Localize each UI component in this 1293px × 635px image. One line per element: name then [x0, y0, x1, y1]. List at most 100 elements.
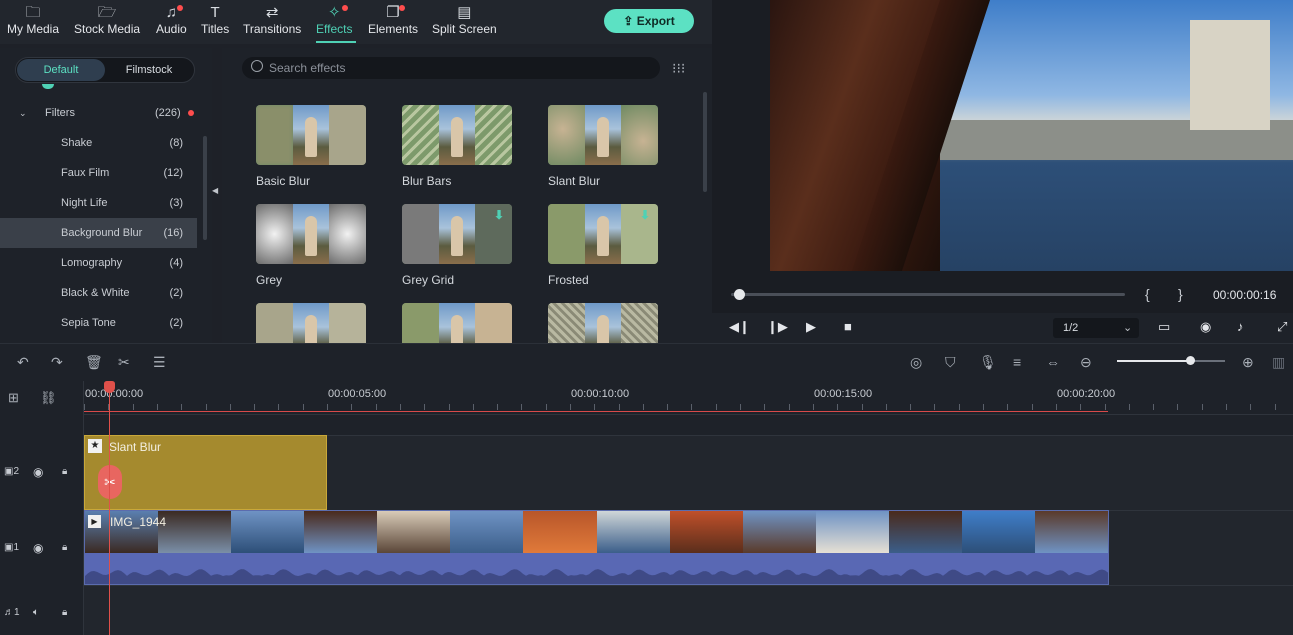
ruler-tick [497, 404, 498, 410]
grid-view-icon[interactable]: ⁝⁝⁝ [672, 60, 685, 77]
sidebar-item-night-life[interactable]: Night Life (3) [0, 188, 197, 218]
undo-icon[interactable]: ↶ [17, 354, 29, 371]
collapse-sidebar-icon[interactable]: ◀ [212, 186, 218, 195]
ruler-tick [1153, 404, 1154, 410]
mark-out-button[interactable]: } [1178, 286, 1183, 302]
download-icon[interactable]: ⬇ [640, 208, 650, 222]
render-icon[interactable]: ◎ [910, 354, 922, 371]
volume-icon[interactable]: ♪ [1237, 319, 1244, 334]
search-icon [251, 60, 263, 72]
effect-card-grey[interactable]: Grey [256, 204, 366, 287]
nav-stock-media[interactable]: 🗁 Stock Media [74, 4, 140, 36]
effects-tab-underline [316, 41, 356, 43]
render-range-line [84, 411, 1108, 412]
effect-card-partial[interactable] [256, 303, 366, 343]
sidebar-item-shake[interactable]: Shake (8) [0, 128, 197, 158]
ruler-tick [667, 404, 668, 410]
ruler-tick [1226, 404, 1227, 410]
display-icon[interactable]: ▭ [1158, 319, 1170, 335]
effect-thumbnail [548, 303, 658, 343]
nav-transitions[interactable]: ⇄ Transitions [243, 4, 301, 36]
nav-my-media[interactable]: 🗀 My Media [7, 4, 59, 36]
effects-scrollbar[interactable] [703, 92, 707, 192]
sidebar-item-black-white[interactable]: Black & White (2) [0, 278, 197, 308]
effect-card-basic-blur[interactable]: Basic Blur [256, 105, 366, 188]
effect-card-blur-bars[interactable]: Blur Bars [402, 105, 512, 188]
stop-icon[interactable]: ■ [844, 319, 852, 334]
audio-track-1[interactable] [84, 585, 1293, 635]
tab-filmstock[interactable]: Filmstock [105, 59, 193, 81]
ruler-tick [449, 404, 450, 410]
eye-icon[interactable]: ◉ [33, 541, 43, 555]
effect-card-frosted[interactable]: ⬇ Frosted [548, 204, 658, 287]
ruler-tick [1007, 404, 1008, 410]
panel-layout-icon[interactable]: ▥ [1272, 354, 1285, 371]
ruler-tick [910, 404, 911, 410]
effect-card-partial[interactable] [548, 303, 658, 343]
search-input[interactable]: Search effects [242, 57, 660, 79]
tab-default[interactable]: Default [17, 59, 105, 81]
download-icon[interactable]: ⬇ [494, 208, 504, 222]
audio-notification-dot [177, 5, 183, 11]
microphone-icon[interactable]: 🎙 [979, 354, 997, 371]
sidebar-item-lomography[interactable]: Lomography (4) [0, 248, 197, 278]
nav-titles[interactable]: T Titles [201, 4, 229, 36]
video-clip-icon: ▶ [88, 515, 101, 528]
effect-card-grey-grid[interactable]: ⬇ Grey Grid [402, 204, 512, 287]
zoom-slider-handle[interactable] [1186, 356, 1195, 365]
eye-icon[interactable]: ◉ [33, 465, 43, 479]
export-button[interactable]: ⇪ Export [604, 9, 694, 33]
marker-icon[interactable]: ⛉ [945, 354, 956, 371]
ruler-tick [351, 404, 352, 410]
zoom-in-icon[interactable]: ⊕ [1242, 354, 1254, 371]
sidebar-item-faux-film[interactable]: Faux Film (12) [0, 158, 197, 188]
ruler-tick [327, 404, 328, 410]
audio-waveform [85, 559, 1108, 584]
play-icon[interactable]: ▶ [806, 319, 816, 335]
redo-icon[interactable]: ↷ [51, 354, 63, 371]
add-track-icon[interactable]: ⊞ [8, 390, 19, 406]
fullscreen-icon[interactable]: ⤢ [1277, 319, 1287, 335]
fit-timeline-icon[interactable]: ⇔ [1046, 354, 1060, 370]
zoom-out-icon[interactable]: ⊖ [1080, 354, 1092, 371]
split-scissors-icon[interactable]: ✂ [98, 465, 122, 499]
mark-in-button[interactable]: { [1145, 286, 1150, 302]
playhead-handle[interactable] [104, 381, 115, 393]
preview-scrubber[interactable] [731, 293, 1125, 296]
ruler-label: 00:00:20:00 [1057, 388, 1116, 400]
category-filters[interactable]: ⌄ Filters (226) [0, 98, 197, 128]
ruler-label: 00:00:10:00 [571, 388, 630, 400]
speaker-icon[interactable]: 🔈︎ [33, 607, 39, 618]
effect-card-slant-blur[interactable]: Slant Blur [548, 105, 658, 188]
ruler-tick [691, 404, 692, 410]
sidebar-item-background-blur[interactable]: Background Blur (16) [0, 218, 197, 248]
ruler-tick [1202, 404, 1203, 410]
scrubber-handle[interactable] [734, 289, 745, 300]
effect-thumbnail [402, 105, 512, 165]
delete-icon[interactable]: 🗑 [85, 354, 103, 371]
adjust-icon[interactable]: ☰ [153, 354, 166, 371]
sidebar-item-sepia-tone[interactable]: Sepia Tone (2) [0, 308, 197, 338]
step-forward-icon[interactable]: ❙▶ [767, 319, 788, 335]
audio-mixer-icon[interactable]: ≡ [1013, 354, 1021, 370]
ruler-tick [764, 404, 765, 410]
video-clip-label: IMG_1944 [110, 515, 167, 529]
link-icon[interactable]: ⛓ [40, 390, 57, 406]
step-back-icon[interactable]: ◀❙ [729, 319, 750, 335]
nav-elements[interactable]: ❐ Elements [368, 4, 418, 36]
snapshot-icon[interactable]: ◉ [1200, 319, 1211, 335]
ruler-tick [157, 404, 158, 410]
lock-icon[interactable]: 🔒︎ [62, 466, 67, 477]
ruler-tick [181, 404, 182, 410]
elements-icon: ❐ [386, 4, 400, 21]
sidebar-scrollbar[interactable] [203, 136, 207, 240]
ruler-tick [400, 404, 401, 410]
effect-card-partial[interactable] [402, 303, 512, 343]
cut-icon[interactable]: ✂ [118, 354, 130, 371]
preview-resolution-select[interactable]: 1/2 ⌄ [1053, 318, 1139, 338]
ruler-tick [1105, 404, 1106, 410]
nav-split-screen[interactable]: ▤ Split Screen [432, 4, 497, 36]
lock-icon[interactable]: 🔒︎ [62, 607, 67, 618]
playhead[interactable] [109, 381, 110, 635]
lock-icon[interactable]: 🔒︎ [62, 542, 67, 553]
